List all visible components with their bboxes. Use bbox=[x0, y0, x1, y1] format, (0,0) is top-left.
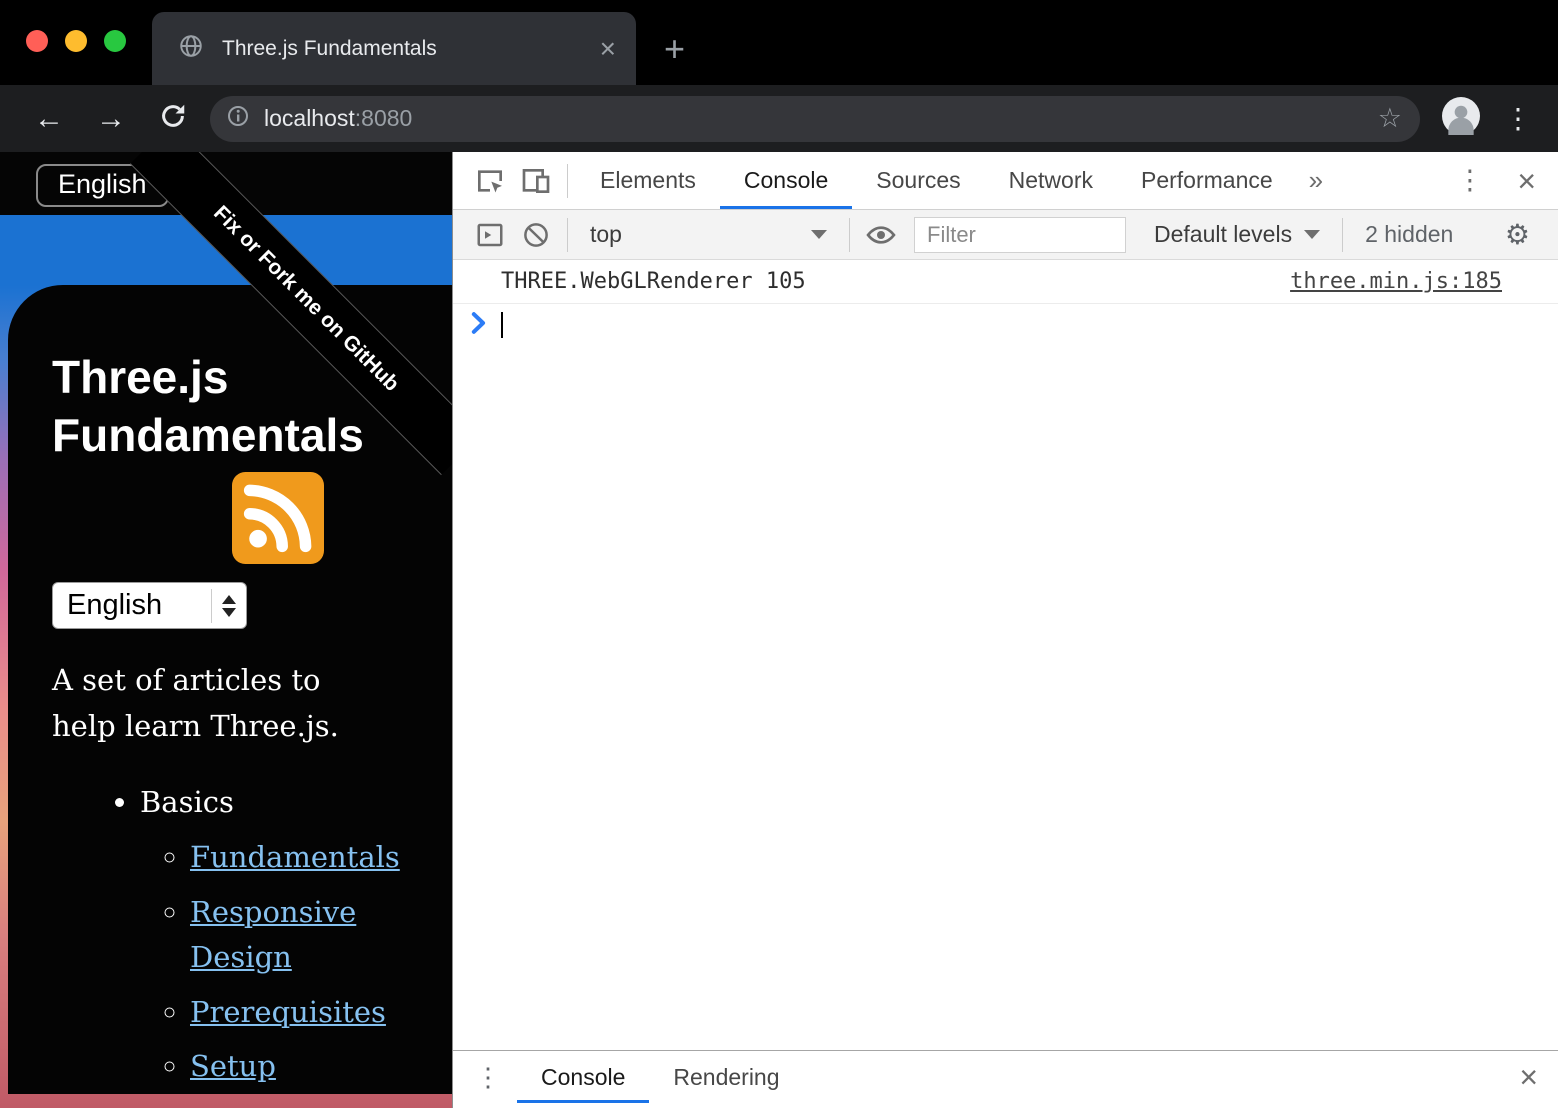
console-prompt[interactable] bbox=[453, 304, 1558, 346]
language-select-value: English bbox=[67, 589, 211, 622]
devtools-panel: Elements Console Sources Network Perform… bbox=[452, 152, 1558, 1108]
page-nav: Basics Fundamentals Responsive Design Pr… bbox=[52, 780, 452, 1094]
reload-icon[interactable] bbox=[142, 101, 204, 137]
chevron-down-icon bbox=[811, 230, 827, 239]
new-tab-button[interactable]: + bbox=[664, 31, 685, 67]
drawer-close-icon[interactable]: × bbox=[1519, 1061, 1538, 1093]
drawer-toolbar: ⋮ Console Rendering × bbox=[453, 1051, 1558, 1103]
drawer-tab-rendering[interactable]: Rendering bbox=[649, 1051, 803, 1103]
eye-icon[interactable] bbox=[858, 214, 904, 256]
console-empty-area[interactable] bbox=[453, 346, 1558, 1050]
nav-link-responsive-design[interactable]: Responsive Design bbox=[190, 895, 356, 974]
console-message-row: THREE.WebGLRenderer 105 three.min.js:185 bbox=[453, 260, 1558, 304]
forward-icon[interactable]: → bbox=[80, 104, 142, 134]
list-item: Setup bbox=[190, 1044, 452, 1089]
list-item: Prerequisites bbox=[190, 990, 452, 1035]
url-text[interactable]: localhost:8080 bbox=[264, 105, 412, 132]
minimize-window-button[interactable] bbox=[65, 30, 87, 52]
console-message-source-link[interactable]: three.min.js:185 bbox=[1290, 269, 1502, 294]
console-message-text: THREE.WebGLRenderer 105 bbox=[501, 269, 806, 294]
execution-context-select[interactable]: top bbox=[576, 221, 841, 248]
divider bbox=[849, 218, 850, 252]
text-cursor bbox=[501, 312, 503, 338]
tab-sources[interactable]: Sources bbox=[852, 152, 984, 209]
tab-performance[interactable]: Performance bbox=[1117, 152, 1297, 209]
rss-icon[interactable] bbox=[232, 472, 324, 564]
chevron-down-icon bbox=[1304, 230, 1320, 239]
clear-console-icon[interactable] bbox=[513, 214, 559, 256]
back-icon[interactable]: ← bbox=[18, 104, 80, 134]
globe-favicon-icon bbox=[178, 33, 204, 64]
log-levels-select[interactable]: Default levels bbox=[1140, 221, 1334, 248]
bookmark-star-icon[interactable]: ☆ bbox=[1378, 103, 1402, 134]
nav-link-setup[interactable]: Setup bbox=[190, 1049, 276, 1083]
window-controls bbox=[26, 30, 126, 52]
drawer-tab-console[interactable]: Console bbox=[517, 1051, 649, 1103]
nav-section-label: Basics bbox=[140, 785, 234, 819]
devtools-drawer: ⋮ Console Rendering × bbox=[453, 1050, 1558, 1108]
profile-avatar[interactable] bbox=[1442, 97, 1480, 140]
devtools-main-toolbar: Elements Console Sources Network Perform… bbox=[453, 152, 1558, 210]
tab-strip: Three.js Fundamentals × + bbox=[0, 0, 1558, 85]
console-sidebar-icon[interactable] bbox=[467, 214, 513, 256]
drawer-menu-icon[interactable]: ⋮ bbox=[475, 1062, 501, 1093]
browser-window: Three.js Fundamentals × + ← → localhost:… bbox=[0, 0, 1558, 152]
nav-link-prerequisites[interactable]: Prerequisites bbox=[190, 995, 386, 1029]
zoom-window-button[interactable] bbox=[104, 30, 126, 52]
browser-menu-icon[interactable]: ⋮ bbox=[1504, 102, 1532, 135]
content-area: English Fix or Fork me on GitHub Three.j… bbox=[0, 152, 1558, 1108]
browser-tab[interactable]: Three.js Fundamentals × bbox=[152, 12, 636, 85]
execution-context-value: top bbox=[590, 221, 622, 248]
divider bbox=[567, 164, 568, 198]
log-levels-value: Default levels bbox=[1154, 221, 1292, 248]
hidden-messages-count: 2 hidden bbox=[1351, 221, 1467, 248]
console-settings-gear-icon[interactable]: ⚙ bbox=[1505, 218, 1540, 251]
list-item: Responsive Design bbox=[190, 890, 452, 980]
drawer-body bbox=[453, 1103, 1558, 1108]
tab-elements[interactable]: Elements bbox=[576, 152, 720, 209]
list-item: Fundamentals bbox=[190, 835, 452, 880]
divider bbox=[1342, 218, 1343, 252]
device-toolbar-icon[interactable] bbox=[513, 160, 559, 202]
filter-input[interactable] bbox=[914, 217, 1126, 253]
console-toolbar: top Default levels 2 hidden ⚙ bbox=[453, 210, 1558, 260]
select-arrows-icon bbox=[211, 589, 236, 623]
inspect-element-icon[interactable] bbox=[467, 160, 513, 202]
nav-section-basics: Basics Fundamentals Responsive Design Pr… bbox=[140, 780, 452, 1090]
site-info-icon[interactable] bbox=[226, 104, 250, 133]
devtools-close-icon[interactable]: × bbox=[1517, 165, 1536, 197]
url-bar[interactable]: localhost:8080 ☆ bbox=[210, 96, 1420, 142]
devtools-menu-icon[interactable]: ⋮ bbox=[1456, 165, 1483, 196]
nav-link-fundamentals[interactable]: Fundamentals bbox=[190, 840, 400, 874]
divider bbox=[567, 218, 568, 252]
language-select[interactable]: English bbox=[52, 582, 247, 629]
prompt-chevron-icon bbox=[471, 312, 487, 339]
more-tabs-icon[interactable]: » bbox=[1309, 165, 1323, 196]
browser-navbar: ← → localhost:8080 ☆ bbox=[0, 85, 1558, 152]
tab-console[interactable]: Console bbox=[720, 152, 852, 209]
threejs-page: English Fix or Fork me on GitHub Three.j… bbox=[0, 152, 452, 1108]
tab-title: Three.js Fundamentals bbox=[222, 37, 600, 61]
page-description: A set of articles to help learn Three.js… bbox=[52, 657, 372, 750]
tab-close-icon[interactable]: × bbox=[600, 35, 616, 63]
url-host: localhost bbox=[264, 105, 355, 131]
url-port: :8080 bbox=[355, 105, 413, 131]
close-window-button[interactable] bbox=[26, 30, 48, 52]
tab-network[interactable]: Network bbox=[985, 152, 1117, 209]
